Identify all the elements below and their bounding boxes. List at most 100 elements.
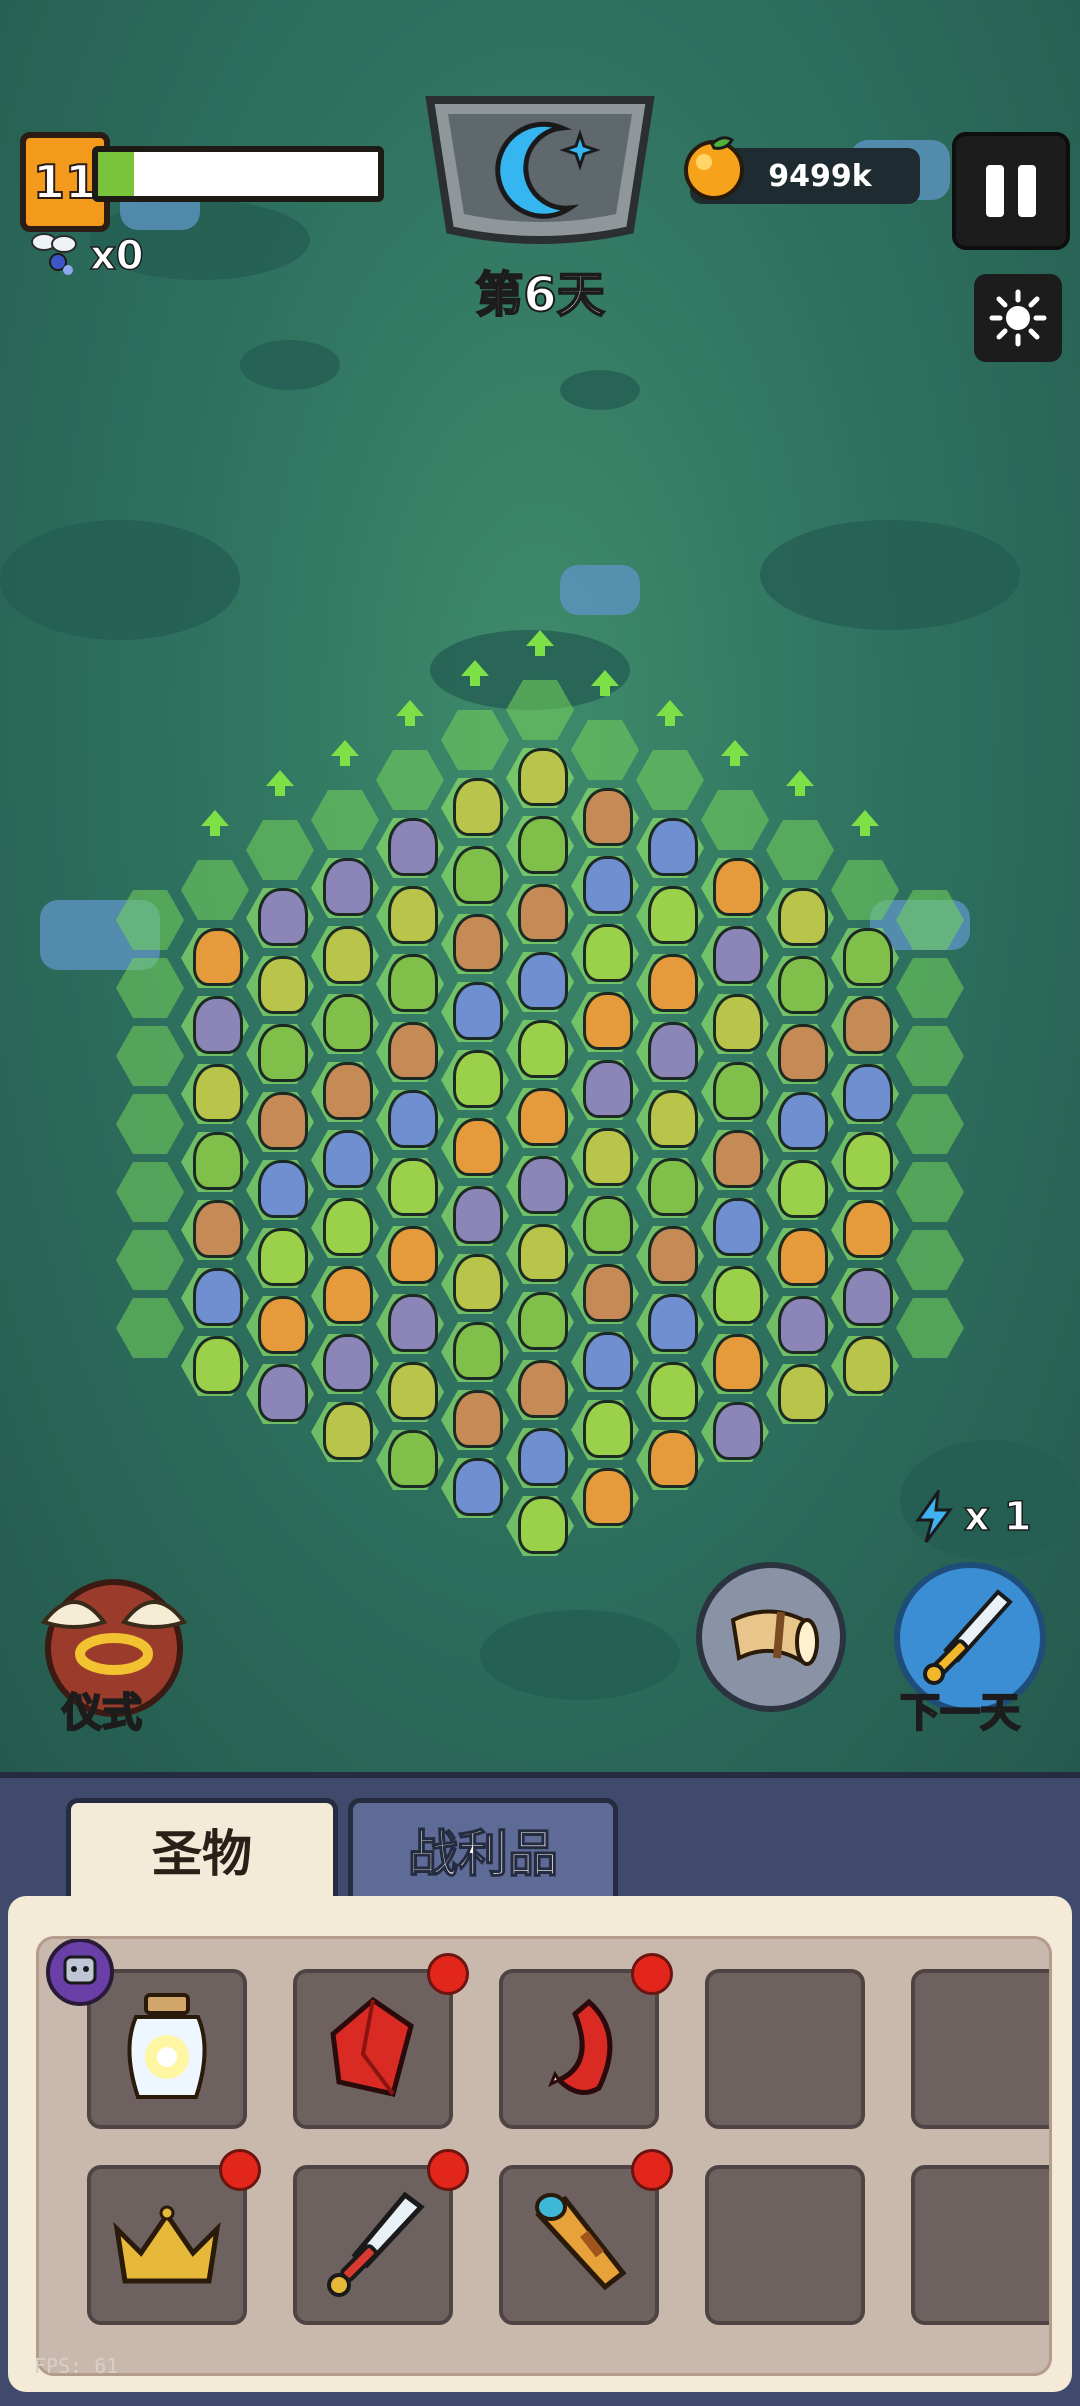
unit-icon[interactable] <box>453 1458 503 1516</box>
unit-icon[interactable] <box>388 1362 438 1420</box>
unit-icon[interactable] <box>648 1430 698 1488</box>
unit-icon[interactable] <box>648 1362 698 1420</box>
unit-icon[interactable] <box>583 1468 633 1526</box>
inventory-slot-spyglass[interactable] <box>499 2165 659 2325</box>
unit-icon[interactable] <box>453 982 503 1040</box>
unit-icon[interactable] <box>778 888 828 946</box>
unit-icon[interactable] <box>323 1334 373 1392</box>
unit-icon[interactable] <box>453 914 503 972</box>
hex-tile[interactable] <box>636 750 704 810</box>
unit-icon[interactable] <box>583 788 633 846</box>
hex-tile[interactable] <box>896 1026 964 1086</box>
unit-icon[interactable] <box>323 1198 373 1256</box>
settings-button[interactable] <box>974 274 1062 362</box>
unit-icon[interactable] <box>323 1130 373 1188</box>
inventory-slot-empty[interactable] <box>911 2165 1049 2325</box>
unit-icon[interactable] <box>388 1090 438 1148</box>
hex-tile[interactable] <box>376 750 444 810</box>
inventory-slot-sword[interactable] <box>293 2165 453 2325</box>
unit-icon[interactable] <box>388 1430 438 1488</box>
unit-icon[interactable] <box>258 1228 308 1286</box>
unit-icon[interactable] <box>388 886 438 944</box>
unit-icon[interactable] <box>388 1226 438 1284</box>
unit-icon[interactable] <box>648 818 698 876</box>
unit-icon[interactable] <box>713 1198 763 1256</box>
hex-tile[interactable] <box>896 958 964 1018</box>
hex-tile[interactable] <box>116 1298 184 1358</box>
unit-icon[interactable] <box>193 1268 243 1326</box>
hex-tile[interactable] <box>896 1298 964 1358</box>
hex-tile[interactable] <box>116 1094 184 1154</box>
unit-icon[interactable] <box>648 1226 698 1284</box>
unit-icon[interactable] <box>583 1264 633 1322</box>
unit-icon[interactable] <box>453 1322 503 1380</box>
unit-icon[interactable] <box>713 858 763 916</box>
inventory-slot-empty[interactable] <box>705 2165 865 2325</box>
hex-tile[interactable] <box>831 860 899 920</box>
unit-icon[interactable] <box>453 1050 503 1108</box>
unit-icon[interactable] <box>388 954 438 1012</box>
unit-icon[interactable] <box>518 1224 568 1282</box>
unit-icon[interactable] <box>843 928 893 986</box>
hex-tile[interactable] <box>896 890 964 950</box>
unit-icon[interactable] <box>258 1296 308 1354</box>
unit-icon[interactable] <box>323 1266 373 1324</box>
unit-icon[interactable] <box>583 1060 633 1118</box>
hex-tile[interactable] <box>246 820 314 880</box>
hex-tile[interactable] <box>571 720 639 780</box>
unit-icon[interactable] <box>648 1022 698 1080</box>
unit-icon[interactable] <box>713 1062 763 1120</box>
unit-icon[interactable] <box>323 858 373 916</box>
tab-relics[interactable]: 圣物 <box>66 1798 338 1896</box>
hex-tile[interactable] <box>896 1094 964 1154</box>
unit-icon[interactable] <box>778 1092 828 1150</box>
unit-icon[interactable] <box>843 1268 893 1326</box>
tab-loot[interactable]: 战利品 <box>348 1798 618 1896</box>
unit-icon[interactable] <box>583 1332 633 1390</box>
unit-icon[interactable] <box>583 924 633 982</box>
hex-tile[interactable] <box>116 1162 184 1222</box>
unit-icon[interactable] <box>583 1196 633 1254</box>
unit-icon[interactable] <box>453 846 503 904</box>
unit-icon[interactable] <box>323 1062 373 1120</box>
unit-icon[interactable] <box>713 994 763 1052</box>
unit-icon[interactable] <box>843 1200 893 1258</box>
unit-icon[interactable] <box>518 1496 568 1554</box>
inventory-slot-empty[interactable] <box>705 1969 865 2129</box>
unit-icon[interactable] <box>193 1336 243 1394</box>
unit-icon[interactable] <box>518 1428 568 1486</box>
unit-icon[interactable] <box>713 926 763 984</box>
unit-icon[interactable] <box>843 1064 893 1122</box>
unit-icon[interactable] <box>583 1400 633 1458</box>
unit-icon[interactable] <box>843 996 893 1054</box>
unit-icon[interactable] <box>518 1292 568 1350</box>
unit-icon[interactable] <box>713 1334 763 1392</box>
unit-icon[interactable] <box>453 1390 503 1448</box>
unit-icon[interactable] <box>453 1254 503 1312</box>
unit-icon[interactable] <box>518 748 568 806</box>
unit-icon[interactable] <box>648 1090 698 1148</box>
unit-icon[interactable] <box>583 992 633 1050</box>
unit-icon[interactable] <box>193 1064 243 1122</box>
unit-icon[interactable] <box>453 1186 503 1244</box>
unit-icon[interactable] <box>193 928 243 986</box>
unit-icon[interactable] <box>518 816 568 874</box>
unit-icon[interactable] <box>778 1024 828 1082</box>
hex-tile[interactable] <box>311 790 379 850</box>
hex-tile[interactable] <box>441 710 509 770</box>
hex-tile[interactable] <box>766 820 834 880</box>
unit-icon[interactable] <box>843 1336 893 1394</box>
unit-icon[interactable] <box>258 1364 308 1422</box>
inventory-slot-crown[interactable] <box>87 2165 247 2325</box>
hex-tile[interactable] <box>116 890 184 950</box>
unit-icon[interactable] <box>518 952 568 1010</box>
hex-tile[interactable] <box>896 1230 964 1290</box>
unit-icon[interactable] <box>778 1296 828 1354</box>
unit-icon[interactable] <box>258 888 308 946</box>
unit-icon[interactable] <box>193 1132 243 1190</box>
unit-icon[interactable] <box>518 1020 568 1078</box>
unit-icon[interactable] <box>518 1360 568 1418</box>
unit-icon[interactable] <box>453 1118 503 1176</box>
unit-icon[interactable] <box>713 1402 763 1460</box>
hex-tile[interactable] <box>896 1162 964 1222</box>
